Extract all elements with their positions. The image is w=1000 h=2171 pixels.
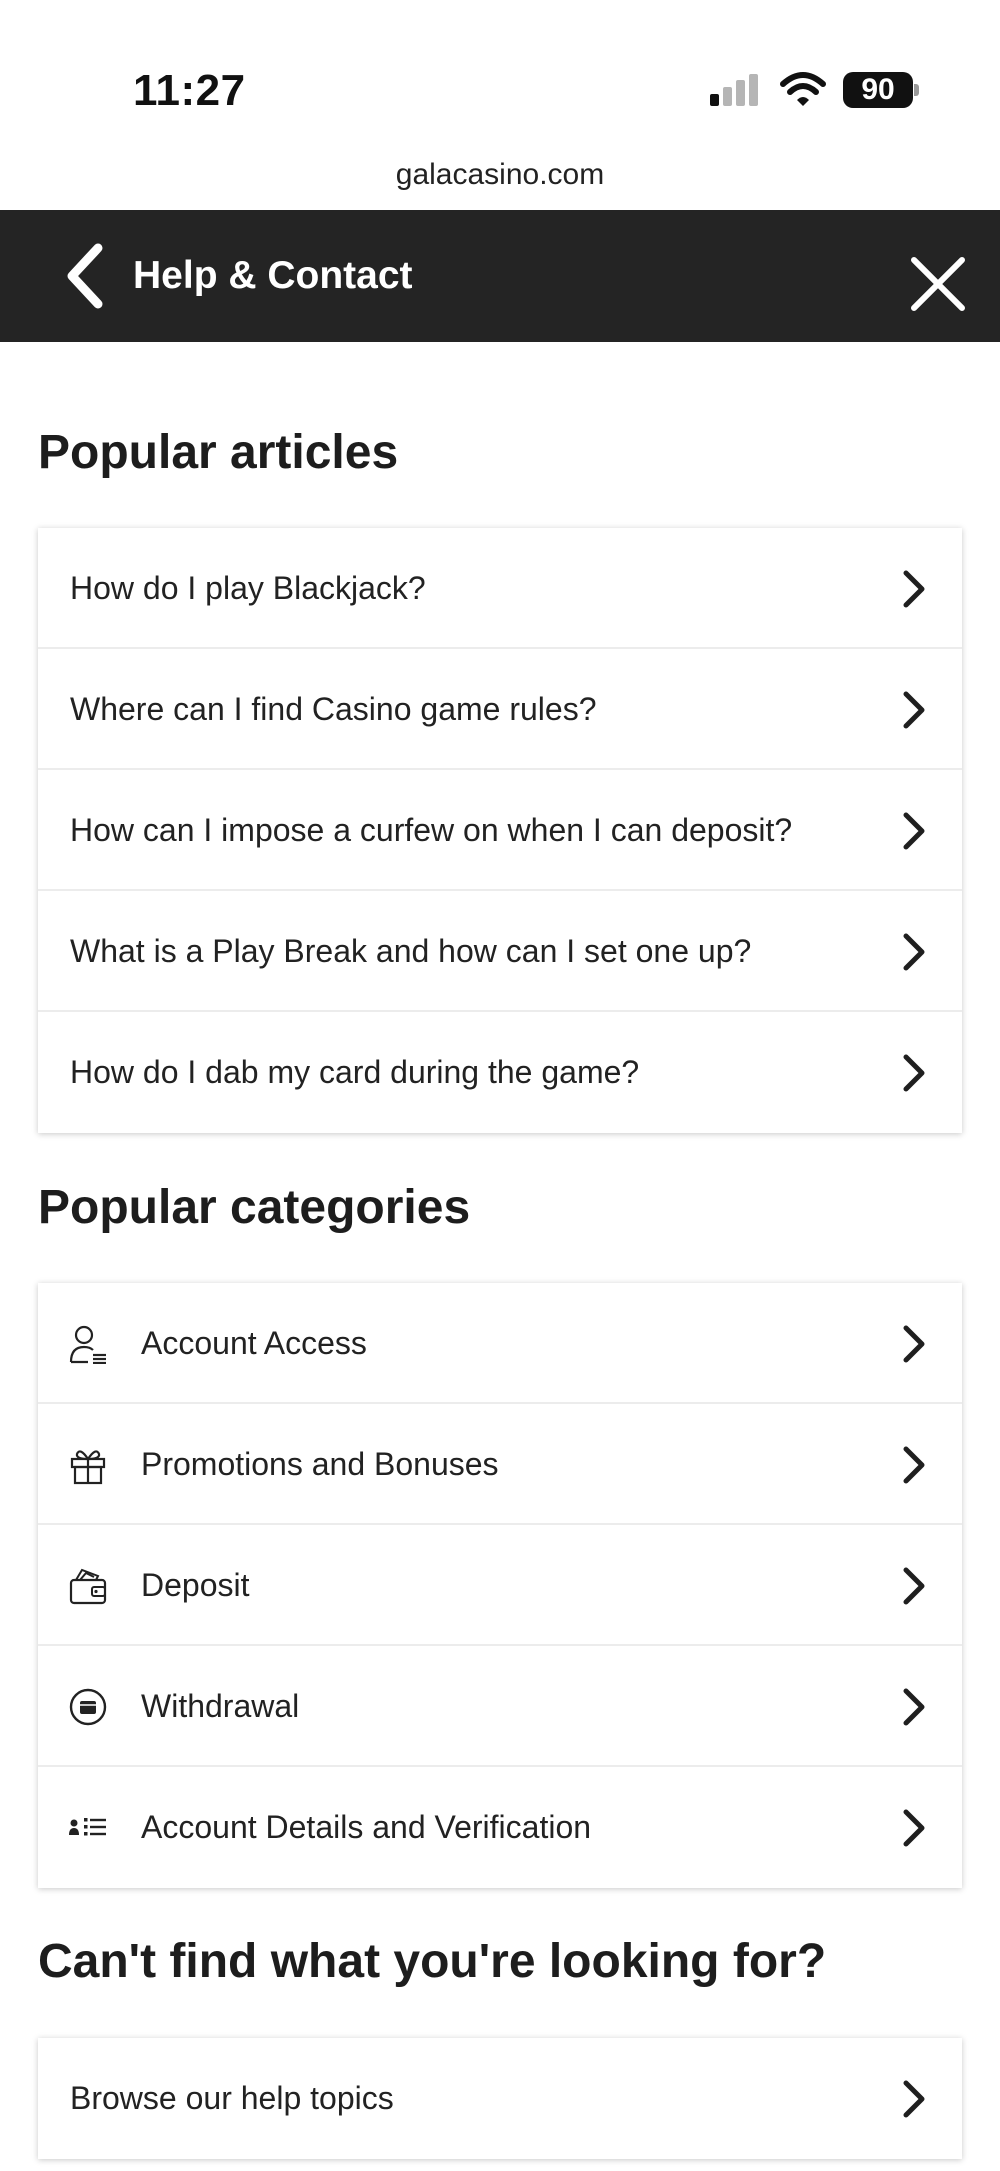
article-item[interactable]: Where can I find Casino game rules?	[38, 649, 962, 770]
help-topics-list: Browse our help topics	[38, 2038, 962, 2159]
cellular-signal-icon	[710, 74, 758, 106]
chevron-right-icon	[903, 1054, 925, 1092]
battery-icon: 90	[843, 72, 919, 108]
category-label: Promotions and Bonuses	[141, 1446, 499, 1482]
popular-categories-list: Account Access Promotions and Bonuses De…	[38, 1283, 962, 1888]
chevron-right-icon	[903, 1567, 925, 1605]
close-icon[interactable]	[900, 246, 976, 322]
article-item[interactable]: What is a Play Break and how can I set o…	[38, 891, 962, 1012]
browse-help-topics-label: Browse our help topics	[70, 2080, 394, 2116]
article-label: Where can I find Casino game rules?	[70, 691, 597, 727]
article-item[interactable]: How do I play Blackjack?	[38, 528, 962, 649]
status-time: 11:27	[133, 66, 246, 115]
article-item[interactable]: How can I impose a curfew on when I can …	[38, 770, 962, 891]
category-item-deposit[interactable]: Deposit	[38, 1525, 962, 1646]
category-label: Account Details and Verification	[141, 1809, 592, 1845]
chevron-right-icon	[903, 1446, 925, 1484]
chevron-right-icon	[903, 1688, 925, 1726]
chevron-right-icon	[903, 933, 925, 971]
category-item-promotions[interactable]: Promotions and Bonuses	[38, 1404, 962, 1525]
chevron-right-icon	[903, 570, 925, 608]
status-bar: 11:27 90 galacasino.com	[0, 0, 1000, 191]
browse-help-topics-item[interactable]: Browse our help topics	[38, 2038, 962, 2159]
category-item-account-access[interactable]: Account Access	[38, 1283, 962, 1404]
chevron-right-icon	[903, 1325, 925, 1363]
article-label: How do I play Blackjack?	[70, 570, 426, 606]
page-title: Help & Contact	[133, 254, 413, 297]
cant-find-heading: Can't find what you're looking for?	[38, 1935, 827, 1988]
withdrawal-circle-icon	[69, 1688, 107, 1726]
id-list-icon	[69, 1818, 106, 1836]
category-label: Deposit	[141, 1567, 250, 1603]
user-list-icon	[69, 1325, 106, 1364]
chevron-left-icon[interactable]	[56, 240, 116, 312]
chevron-right-icon	[903, 812, 925, 850]
wifi-icon	[780, 72, 826, 106]
article-label: What is a Play Break and how can I set o…	[70, 933, 752, 969]
popular-articles-heading: Popular articles	[38, 426, 399, 479]
chevron-right-icon	[903, 1809, 925, 1847]
category-label: Account Access	[141, 1325, 367, 1361]
article-label: How do I dab my card during the game?	[70, 1054, 640, 1090]
category-item-withdrawal[interactable]: Withdrawal	[38, 1646, 962, 1767]
article-item[interactable]: How do I dab my card during the game?	[38, 1012, 962, 1133]
gift-icon	[70, 1450, 106, 1485]
wallet-icon	[69, 1568, 107, 1605]
popular-articles-list: How do I play Blackjack? Where can I fin…	[38, 528, 962, 1133]
chevron-right-icon	[903, 2080, 925, 2118]
category-label: Withdrawal	[141, 1688, 300, 1724]
popular-categories-heading: Popular categories	[38, 1181, 471, 1234]
help-header: Help & Contact	[0, 210, 1000, 342]
chevron-right-icon	[903, 691, 925, 729]
url-bar[interactable]: galacasino.com	[0, 158, 1000, 192]
battery-level: 90	[843, 72, 913, 108]
category-item-account-details[interactable]: Account Details and Verification	[38, 1767, 962, 1888]
article-label: How can I impose a curfew on when I can …	[70, 812, 793, 848]
